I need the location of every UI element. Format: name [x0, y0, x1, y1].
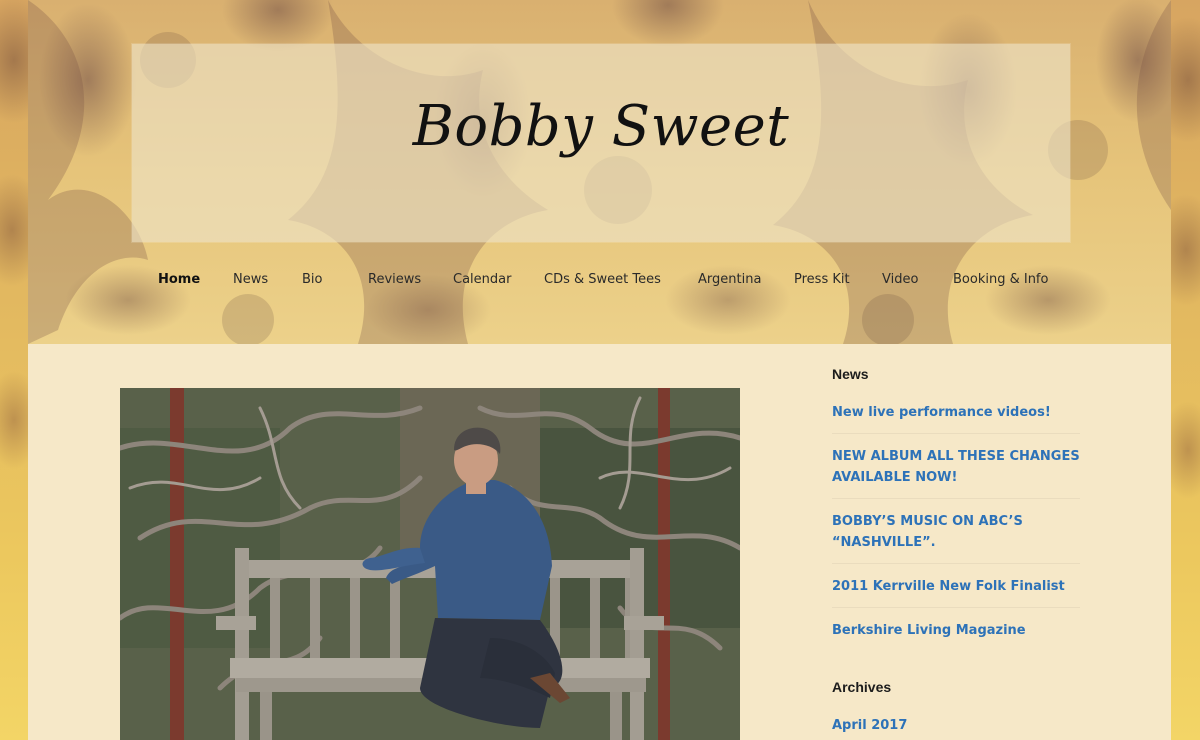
archives-widget-title: Archives — [832, 679, 892, 695]
site-title[interactable]: Bobby Sweet — [132, 94, 1070, 159]
archives-widget: Archives April 2017 — [832, 679, 1080, 736]
archives-list: April 2017 — [832, 715, 1080, 736]
site-header: Bobby Sweet Home News Bio Reviews Calend… — [28, 0, 1171, 344]
nav-item-booking-info[interactable]: Booking & Info — [953, 272, 1048, 287]
nav-item-cds-sweet-tees[interactable]: CDs & Sweet Tees — [544, 272, 661, 287]
news-widget: News New live performance videos! NEW AL… — [832, 366, 1080, 651]
news-widget-title: News — [832, 366, 869, 382]
nav-item-argentina[interactable]: Argentina — [698, 272, 761, 287]
list-item: April 2017 — [832, 715, 1080, 736]
news-link[interactable]: Berkshire Living Magazine — [832, 620, 1080, 641]
list-item: NEW ALBUM ALL THESE CHANGES AVAILABLE NO… — [832, 446, 1080, 499]
list-item: BOBBY’S MUSIC ON ABC’S “NASHVILLE”. — [832, 511, 1080, 564]
nav-item-press-kit[interactable]: Press Kit — [794, 272, 850, 287]
list-item: 2011 Kerrville New Folk Finalist — [832, 576, 1080, 608]
main-nav: Home News Bio Reviews Calendar CDs & Swe… — [28, 262, 1171, 298]
news-link[interactable]: New live performance videos! — [832, 402, 1080, 423]
list-item: Berkshire Living Magazine — [832, 620, 1080, 651]
list-item: New live performance videos! — [832, 402, 1080, 434]
news-link[interactable]: NEW ALBUM ALL THESE CHANGES AVAILABLE NO… — [832, 446, 1080, 488]
nav-item-reviews[interactable]: Reviews — [368, 272, 421, 287]
sidebar: News New live performance videos! NEW AL… — [832, 366, 1080, 736]
title-panel: Bobby Sweet — [132, 44, 1070, 242]
nav-item-video[interactable]: Video — [882, 272, 918, 287]
featured-photo — [120, 388, 740, 740]
featured-photo-illustration — [120, 388, 740, 740]
nav-item-calendar[interactable]: Calendar — [453, 272, 511, 287]
nav-item-news[interactable]: News — [233, 272, 268, 287]
page-container: Bobby Sweet Home News Bio Reviews Calend… — [28, 0, 1171, 740]
archive-link[interactable]: April 2017 — [832, 715, 1080, 736]
news-list: New live performance videos! NEW ALBUM A… — [832, 402, 1080, 651]
news-link[interactable]: BOBBY’S MUSIC ON ABC’S “NASHVILLE”. — [832, 511, 1080, 553]
nav-item-home[interactable]: Home — [158, 272, 200, 287]
nav-item-bio[interactable]: Bio — [302, 272, 322, 287]
news-link[interactable]: 2011 Kerrville New Folk Finalist — [832, 576, 1080, 597]
